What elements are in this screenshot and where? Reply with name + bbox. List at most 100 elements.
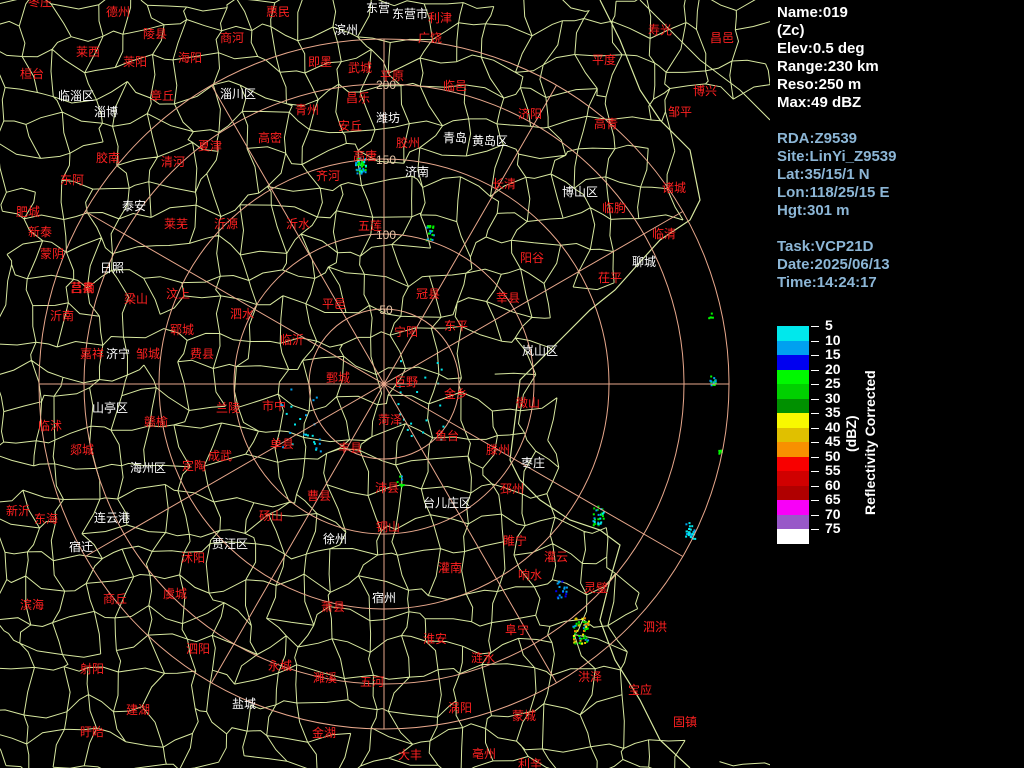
county-label: 安丘 — [338, 118, 362, 133]
county-label: 曹县 — [307, 489, 331, 503]
echo-pixel — [558, 594, 561, 597]
echo-pixel — [577, 621, 580, 624]
county-label: 亳州 — [472, 746, 496, 761]
radar-name: Name:019 — [777, 4, 848, 21]
county-label: 邹平 — [668, 105, 692, 119]
legend-tick-mark — [811, 427, 819, 429]
legend-swatch-5 — [777, 326, 809, 341]
city-label: 枣庄 — [521, 455, 545, 470]
echo-pixel — [399, 475, 402, 478]
legend-tick-10: 10 — [825, 331, 841, 348]
echo-pixel — [400, 360, 402, 363]
legend-tick-mark — [811, 529, 819, 530]
legend-tick-mark — [811, 413, 819, 414]
echo-pixel — [688, 525, 691, 528]
echo-pixel — [406, 428, 409, 431]
county-label: 滕州 — [486, 442, 510, 457]
radar-range: Range:230 km — [777, 58, 879, 75]
legend-tick-mark — [811, 369, 819, 371]
echo-pixel — [578, 642, 581, 645]
county-label: 汶上 — [166, 286, 190, 301]
echo-pixel — [585, 625, 588, 628]
county-label: 平度 — [592, 52, 616, 67]
county-label: 胶州 — [396, 135, 420, 150]
echo-pixel — [360, 170, 363, 173]
city-label: 山亭区 — [92, 400, 128, 415]
city-label: 台儿庄区 — [423, 495, 471, 510]
echo-pixel — [565, 593, 568, 596]
county-label: 微山 — [516, 396, 540, 410]
echo-pixel — [355, 168, 358, 171]
county-label: 沂南 — [50, 308, 74, 323]
city-label: 青岛 — [443, 130, 467, 145]
echo-pixel — [593, 517, 596, 520]
echo-pixel — [416, 391, 419, 393]
legend-swatch-55 — [777, 471, 809, 486]
echo-pixel — [561, 580, 564, 583]
echo-pixel — [429, 229, 432, 232]
echo-pixel — [688, 528, 691, 530]
range-ring-label-50: 50 — [379, 303, 393, 317]
echo-pixel — [580, 637, 583, 640]
county-label: 洪泽 — [578, 670, 602, 684]
county-label: 夏津 — [198, 139, 222, 153]
county-label: 商河 — [220, 30, 244, 45]
echo-pixel — [305, 414, 307, 417]
echo-pixel — [689, 536, 692, 538]
echo-pixel — [439, 404, 442, 407]
county-label: 金乡 — [444, 386, 468, 401]
county-label: 清河 — [161, 155, 185, 169]
echo-pixel — [711, 316, 714, 319]
echo-pixel — [315, 447, 318, 450]
echo-pixel — [688, 522, 691, 525]
legend-swatch-70 — [777, 514, 809, 529]
county-label: 新泰 — [28, 224, 52, 239]
county-label: 东海 — [34, 511, 58, 526]
echo-pixel — [564, 595, 567, 598]
echo-pixel — [315, 396, 318, 399]
county-label: 涡阳 — [448, 701, 472, 715]
echo-pixel — [401, 478, 404, 481]
city-label: 海州区 — [130, 460, 166, 475]
echo-pixel — [299, 418, 302, 420]
echo-pixel — [582, 621, 585, 623]
county-label: 章丘 — [150, 88, 174, 103]
county-label: 东阿 — [60, 173, 84, 187]
radar-date: Date:2025/06/13 — [777, 256, 890, 273]
county-label: 齐河 — [316, 168, 340, 183]
echo-pixel — [364, 171, 367, 174]
echo-pixel — [578, 635, 581, 637]
echo-pixel — [358, 163, 361, 166]
county-label: 即墨 — [308, 55, 332, 69]
county-label: 海阳 — [178, 50, 202, 65]
echo-pixel — [693, 529, 696, 532]
echo-pixel — [595, 509, 598, 512]
radar-max: Max:49 dBZ — [777, 94, 862, 111]
echo-pixel — [397, 403, 400, 406]
echo-pixel — [584, 642, 587, 644]
legend-swatch-10 — [777, 340, 809, 355]
echo-pixel — [432, 226, 435, 229]
city-label: 济宁 — [106, 346, 130, 361]
legend-swatch-35 — [777, 413, 809, 428]
legend-swatch-30 — [777, 398, 809, 413]
echo-pixel — [440, 368, 443, 371]
legend-tick-50: 50 — [825, 447, 841, 464]
echo-pixel — [587, 623, 590, 626]
echo-pixel — [557, 597, 560, 600]
city-label: 临淄区 — [58, 89, 94, 103]
echo-pixel — [593, 521, 596, 523]
county-label: 响水 — [518, 567, 542, 582]
echo-pixel — [583, 628, 586, 631]
echo-pixel — [575, 622, 578, 625]
county-label: 砀山 — [259, 509, 283, 523]
echo-pixel — [402, 484, 405, 487]
legend-tick-mark — [811, 471, 819, 472]
echo-pixel — [565, 590, 568, 593]
echo-pixel — [585, 621, 588, 624]
county-label: 寿光 — [648, 23, 672, 37]
echo-pixel — [593, 507, 596, 510]
city-label: 博山区 — [562, 184, 598, 199]
echo-pixel — [565, 586, 568, 589]
echo-pixel — [597, 523, 600, 525]
